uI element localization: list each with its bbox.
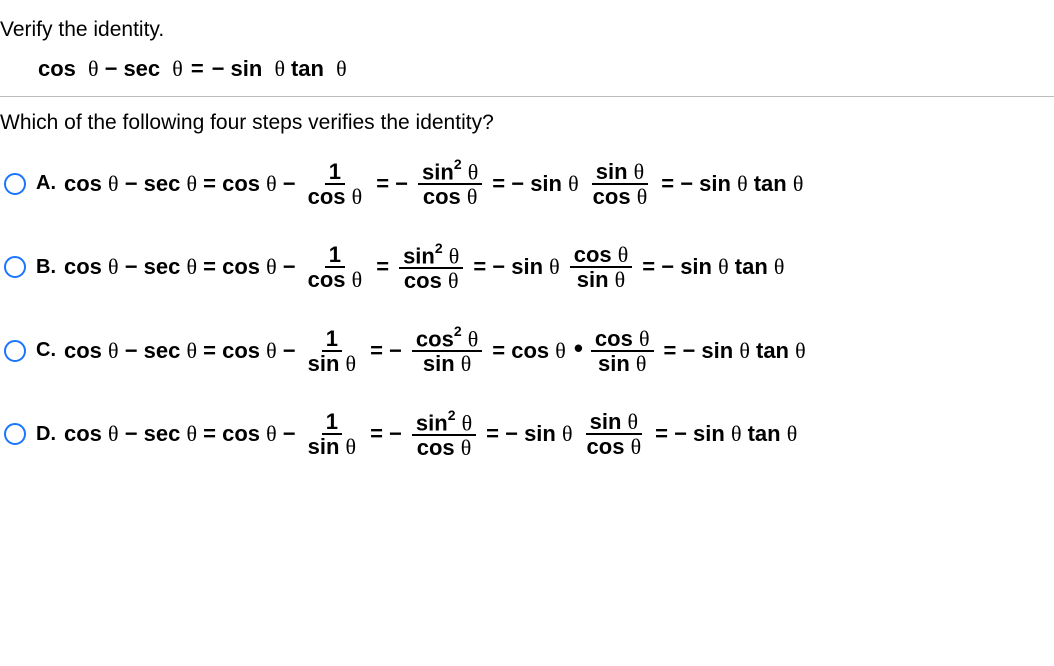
identity-expression: cos θ − sec θ = − sin θ tan θ <box>0 48 1054 96</box>
option-a-letter: A. <box>36 172 56 195</box>
question-text: Which of the following four steps verifi… <box>0 97 1054 159</box>
radio-c[interactable] <box>4 340 26 362</box>
option-c-letter: C. <box>36 339 56 362</box>
option-d-math: cos θ − sec θ = cos θ − 1 sin θ = − sin2… <box>64 410 799 460</box>
option-b-letter: B. <box>36 256 56 279</box>
option-a[interactable]: A. cos θ − sec θ = cos θ − 1 cos θ = − s… <box>4 159 1054 209</box>
radio-a[interactable] <box>4 173 26 195</box>
option-c-math: cos θ − sec θ = cos θ − 1 sin θ = − cos2… <box>64 326 808 376</box>
radio-b[interactable] <box>4 256 26 278</box>
prompt-text: Verify the identity. <box>0 0 1054 48</box>
option-d-letter: D. <box>36 423 56 446</box>
options-group: A. cos θ − sec θ = cos θ − 1 cos θ = − s… <box>0 159 1054 459</box>
option-d[interactable]: D. cos θ − sec θ = cos θ − 1 sin θ = − s… <box>4 410 1054 460</box>
option-a-math: cos θ − sec θ = cos θ − 1 cos θ = − sin2… <box>64 159 805 209</box>
option-b-math: cos θ − sec θ = cos θ − 1 cos θ = sin2 θ… <box>64 243 786 293</box>
option-b[interactable]: B. cos θ − sec θ = cos θ − 1 cos θ = sin… <box>4 243 1054 293</box>
option-c[interactable]: C. cos θ − sec θ = cos θ − 1 sin θ = − c… <box>4 326 1054 376</box>
radio-d[interactable] <box>4 423 26 445</box>
